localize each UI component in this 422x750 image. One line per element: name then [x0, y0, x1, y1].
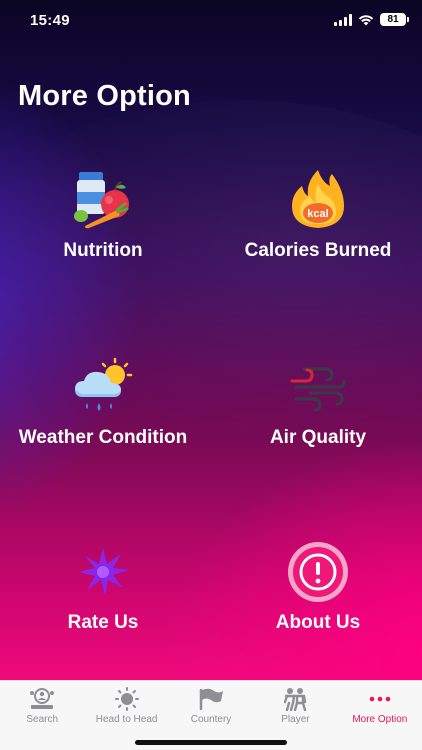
info-exclamation-icon — [286, 540, 350, 604]
option-label-air: Air Quality — [269, 427, 367, 448]
tab-more-option[interactable]: More Option — [338, 681, 422, 725]
tab-search[interactable]: Search — [0, 681, 84, 725]
wifi-icon — [358, 14, 374, 25]
kcal-flame-icon: kcal — [286, 168, 350, 232]
option-about-us[interactable]: About Us — [218, 540, 418, 634]
tab-player[interactable]: Player — [253, 681, 337, 725]
wind-icon — [286, 355, 350, 419]
page-title: More Option — [18, 80, 191, 112]
option-label-weather: Weather Condition — [18, 427, 188, 448]
more-dots-icon — [338, 687, 422, 711]
option-label-rate: Rate Us — [67, 612, 139, 633]
option-calories-burned[interactable]: kcal Calories Burned — [218, 168, 418, 262]
flag-icon — [169, 687, 253, 711]
home-indicator — [135, 740, 287, 745]
bottom-tab-bar: Search Head to Head Countery Player More… — [0, 680, 422, 750]
option-label-calories: Calories Burned — [244, 240, 392, 261]
search-user-icon — [0, 687, 84, 711]
sun-icon — [84, 687, 168, 711]
tab-label-head-to-head: Head to Head — [95, 714, 158, 725]
status-icons: 81 — [334, 13, 409, 26]
star-burst-icon — [71, 540, 135, 604]
option-air-quality[interactable]: Air Quality — [218, 355, 418, 449]
battery-icon: 81 — [380, 13, 409, 26]
option-weather-condition[interactable]: Weather Condition — [0, 355, 206, 449]
option-label-nutrition: Nutrition — [63, 240, 143, 261]
tab-label-search: Search — [26, 714, 59, 725]
tab-head-to-head[interactable]: Head to Head — [84, 681, 168, 725]
more-option-screen: 15:49 81 More Option Nutrition kcal Calo… — [0, 0, 422, 680]
tab-label-player: Player — [281, 714, 310, 725]
option-nutrition[interactable]: Nutrition — [3, 168, 203, 262]
tab-countery[interactable]: Countery — [169, 681, 253, 725]
status-bar: 15:49 81 — [0, 0, 422, 44]
nutrition-food-icon — [71, 168, 135, 232]
option-label-about: About Us — [275, 612, 361, 633]
kcal-text: kcal — [307, 208, 328, 220]
players-icon — [253, 687, 337, 711]
tab-label-more-option: More Option — [352, 714, 408, 725]
status-time: 15:49 — [30, 12, 70, 29]
option-rate-us[interactable]: Rate Us — [3, 540, 203, 634]
weather-cloud-sun-icon — [71, 355, 135, 419]
tab-label-countery: Countery — [190, 714, 232, 725]
signal-icon — [334, 13, 352, 26]
